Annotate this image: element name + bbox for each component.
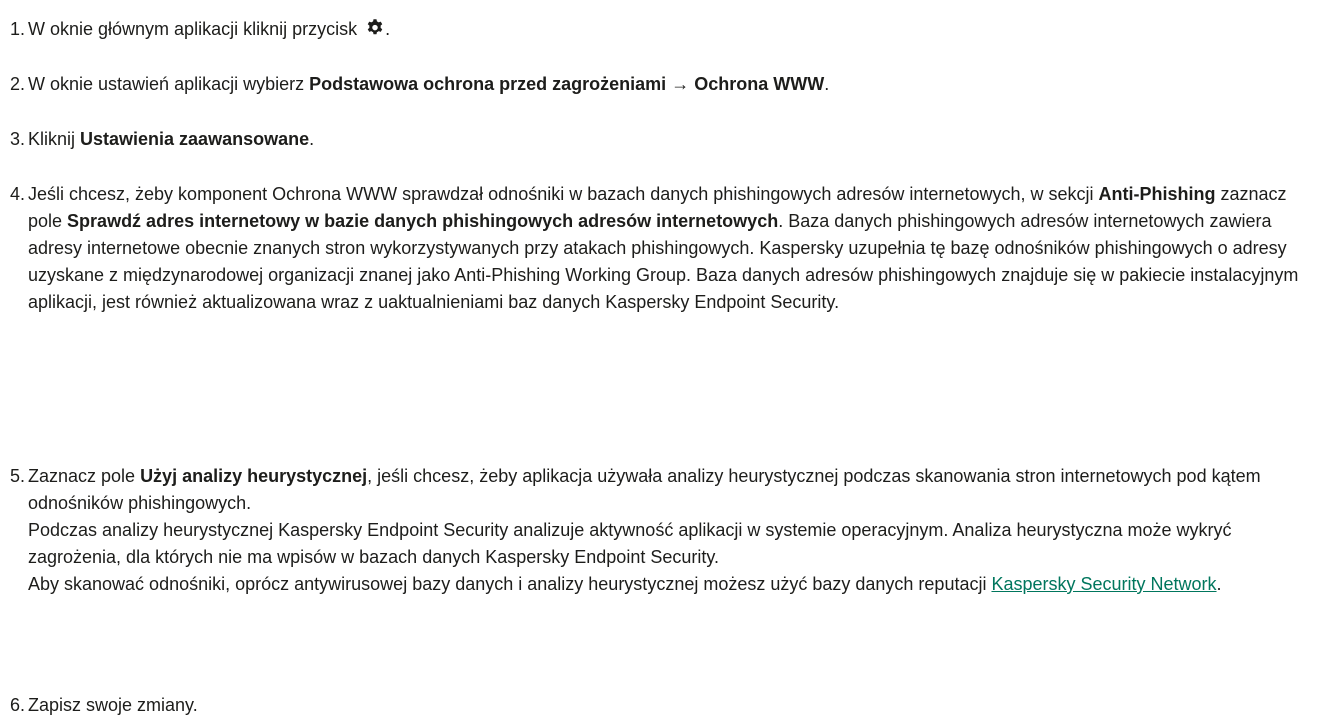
- heuristic-analysis-option-label: Użyj analizy heurystycznej: [140, 466, 368, 486]
- step-5: 5. Zaznacz pole Użyj analizy heurystyczn…: [10, 463, 1310, 598]
- ksn-link[interactable]: Kaspersky Security Network: [991, 574, 1216, 594]
- step-number: 1.: [10, 19, 26, 39]
- step-number: 3.: [10, 129, 26, 149]
- step-1: 1. W oknie głównym aplikacji kliknij prz…: [10, 16, 1310, 43]
- step-number: 5.: [10, 466, 26, 486]
- step-4: 4. Jeśli chcesz, żeby komponent Ochrona …: [10, 181, 1310, 316]
- step-number: 4.: [10, 184, 26, 204]
- step-text: Zapisz swoje zmiany.: [28, 695, 198, 715]
- gear-icon: [367, 19, 383, 35]
- check-url-option-label: Sprawdź adres internetowy w bazie danych…: [67, 211, 779, 231]
- step-number: 2.: [10, 74, 26, 94]
- step-2: 2. W oknie ustawień aplikacji wybierz Po…: [10, 71, 1310, 98]
- ksn-paragraph: Aby skanować odnośniki, oprócz antywirus…: [28, 574, 1222, 594]
- advanced-settings-label: Ustawienia zaawansowane: [80, 129, 310, 149]
- step-text: Zaznacz pole Użyj analizy heurystycznej,…: [28, 463, 1310, 598]
- step-6: 6. Zapisz swoje zmiany.: [10, 692, 1310, 719]
- step-number: 6.: [10, 695, 26, 715]
- step-3: 3. Kliknij Ustawienia zaawansowane.: [10, 126, 1310, 153]
- step-text: Jeśli chcesz, żeby komponent Ochrona WWW…: [28, 184, 1299, 312]
- step-text: W oknie ustawień aplikacji wybierz Podst…: [28, 74, 830, 94]
- menu-path-section: Podstawowa ochrona przed zagrożeniami: [309, 74, 667, 94]
- menu-path-item: Ochrona WWW: [694, 74, 825, 94]
- anti-phishing-section-label: Anti-Phishing: [1098, 184, 1216, 204]
- step-text: Kliknij Ustawienia zaawansowane.: [28, 129, 315, 149]
- heuristic-explanation: Podczas analizy heurystycznej Kaspersky …: [28, 520, 1232, 567]
- step-text: W oknie głównym aplikacji kliknij przyci…: [28, 19, 391, 39]
